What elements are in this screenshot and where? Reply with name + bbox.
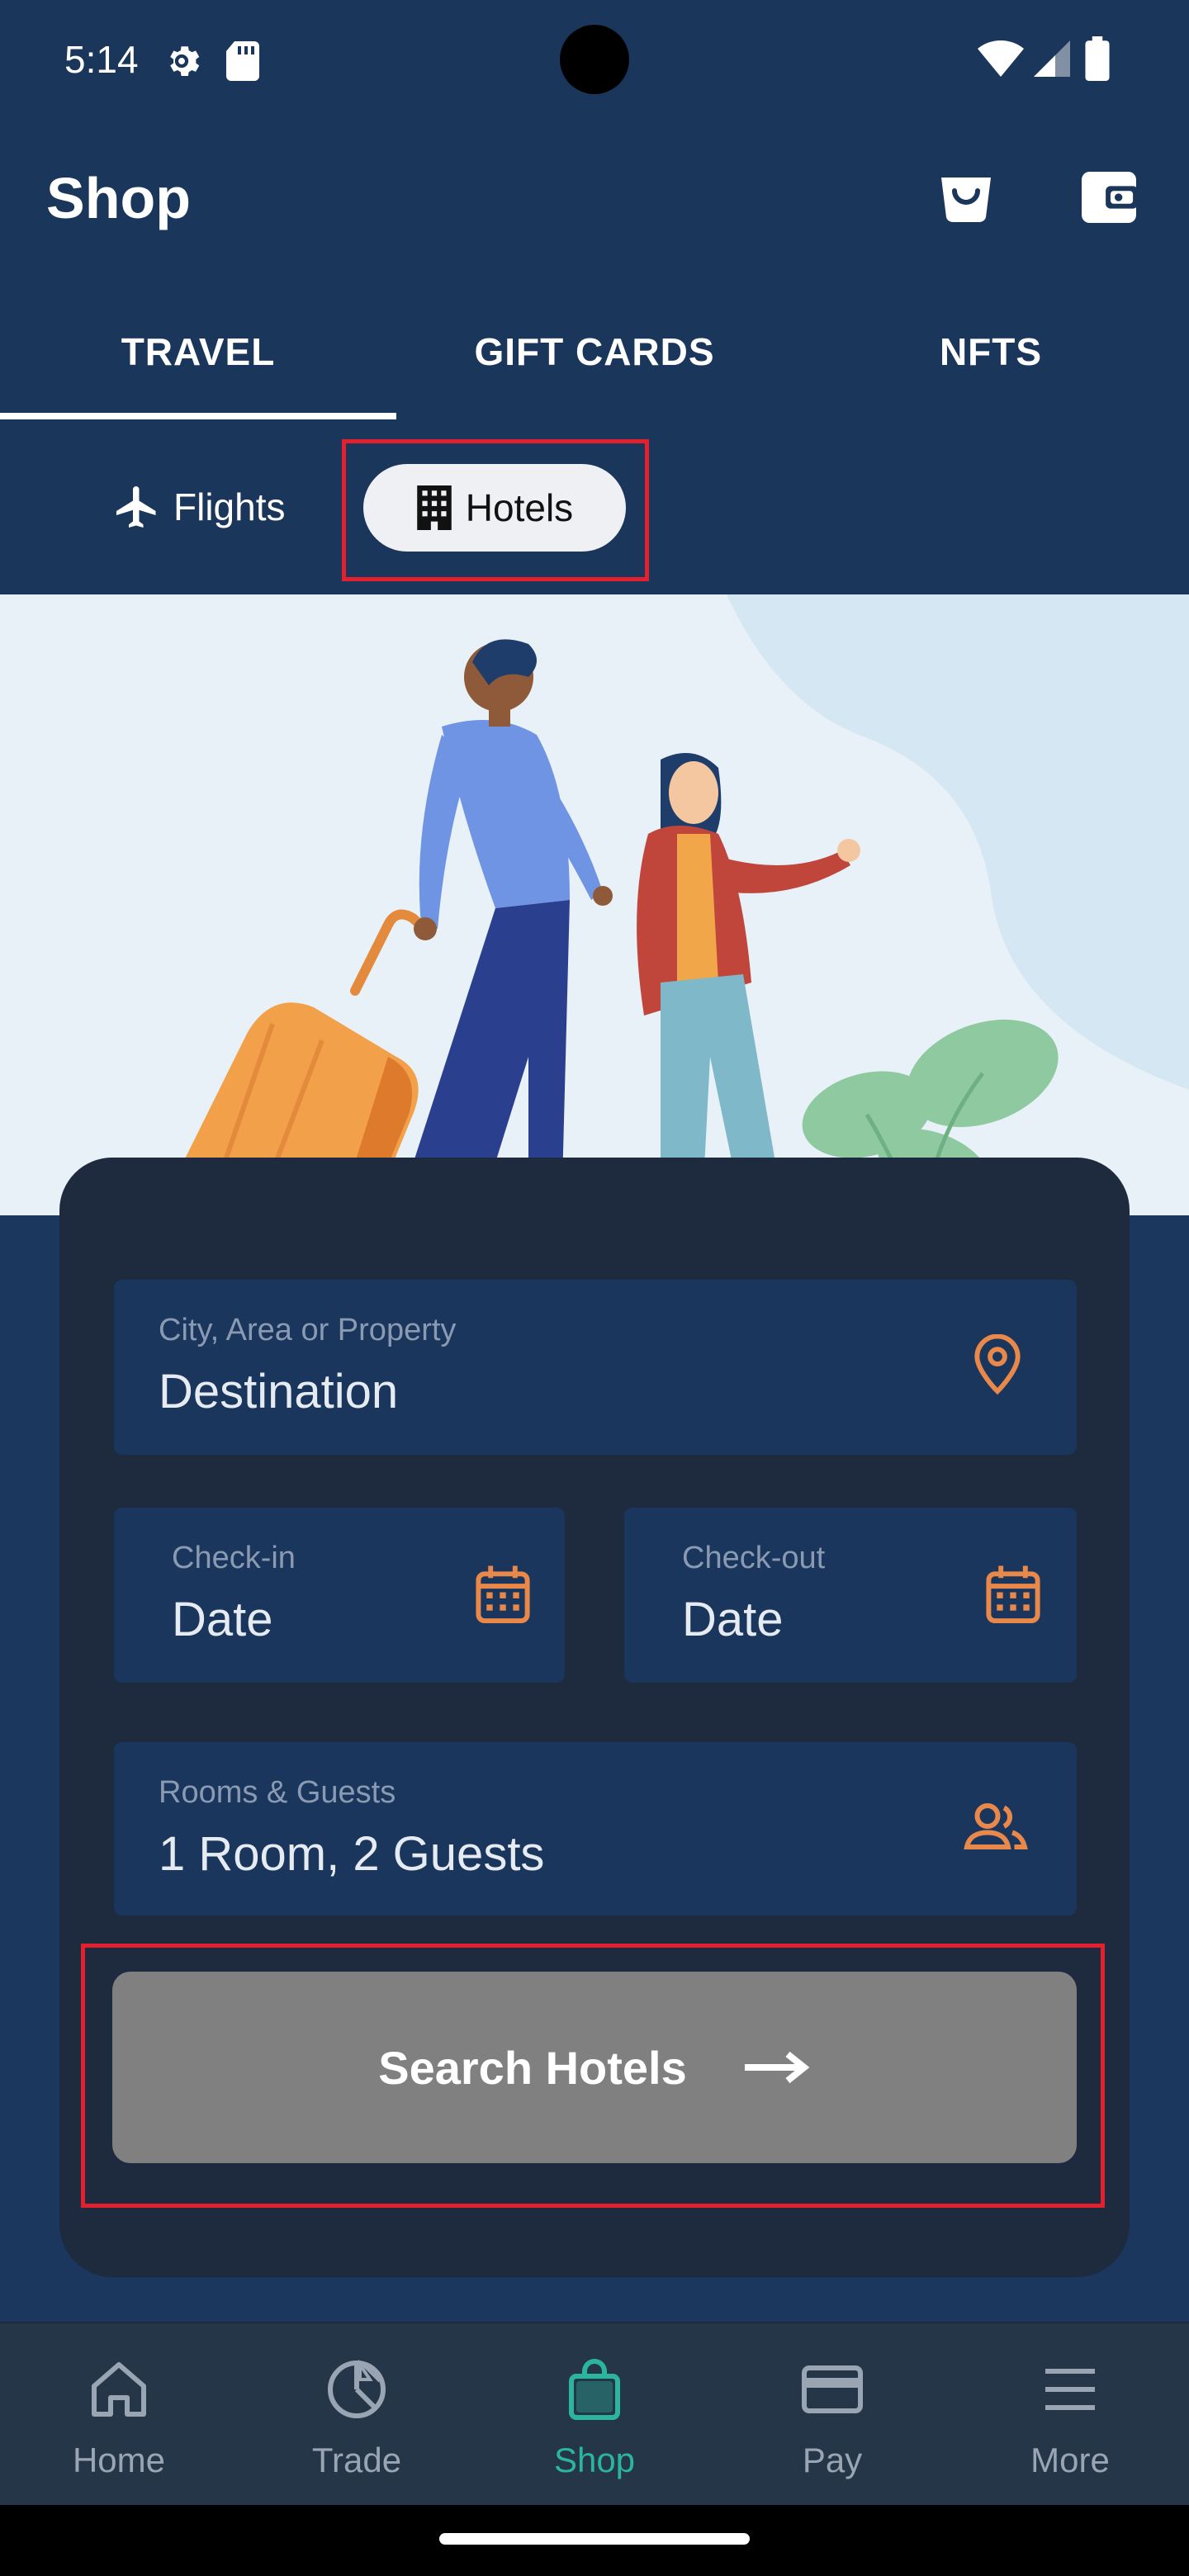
shopping-bag-icon [569,2359,620,2420]
card-icon [802,2365,863,2413]
tab-indicator [0,413,396,419]
calendar-icon [986,1565,1040,1624]
check-out-value: Date [682,1593,784,1646]
nav-shop-label: Shop [553,2441,636,2479]
pie-chart-icon [328,2359,386,2418]
rooms-guests-field[interactable]: Rooms & Guests 1 Room, 2 Guests [114,1742,1077,1915]
page-title: Shop [46,166,191,230]
travelers-illustration [157,594,1189,1215]
tab-gift-cards[interactable]: GIFT CARDS [396,284,793,419]
guests-icon [964,1803,1028,1849]
status-bar: 5:14 [0,0,1189,119]
bottom-navigation: Home Trade Shop Pay More [0,2322,1189,2505]
highlight-box-search [81,1944,1105,2208]
destination-value: Destination [159,1365,399,1418]
nav-trade[interactable]: Trade [238,2323,476,2507]
flights-chip[interactable]: Flights [112,461,285,553]
airplane-icon [116,486,156,528]
rooms-guests-label: Rooms & Guests [159,1775,396,1810]
cellular-signal-icon [1034,40,1070,77]
nav-pay[interactable]: Pay [713,2323,951,2507]
status-time: 5:14 [64,38,139,81]
highlight-box-hotels [342,439,649,581]
calendar-icon [476,1565,530,1624]
check-in-label: Check-in [172,1541,296,1575]
camera-cutout [560,25,629,94]
wifi-icon [978,40,1024,77]
travel-illustration [0,594,1189,1215]
nav-more-label: More [1030,2441,1110,2479]
check-in-field[interactable]: Check-in Date [114,1508,565,1683]
shopping-bag-cart-icon[interactable] [936,167,996,228]
nav-shop[interactable]: Shop [476,2323,713,2507]
nav-more[interactable]: More [951,2323,1189,2507]
wallet-icon[interactable] [1080,170,1138,225]
category-tabs: TRAVEL GIFT CARDS NFTS [0,284,1189,424]
menu-icon [1045,2369,1095,2410]
rooms-guests-value: 1 Room, 2 Guests [159,1827,545,1881]
tab-nfts[interactable]: NFTS [793,284,1189,419]
destination-label: City, Area or Property [159,1313,457,1347]
settings-gear-icon [170,46,200,76]
nav-pay-label: Pay [802,2441,863,2479]
home-gesture-bar[interactable] [439,2533,750,2545]
nav-home-label: Home [72,2441,166,2479]
flights-label: Flights [173,485,286,528]
nav-home[interactable]: Home [0,2323,238,2507]
battery-icon [1085,36,1110,81]
app-bar: Shop [0,119,1189,284]
tab-travel[interactable]: TRAVEL [0,284,396,419]
nav-trade-label: Trade [311,2441,402,2479]
sd-card-icon [226,41,259,81]
home-icon [92,2362,146,2417]
check-out-label: Check-out [682,1541,826,1575]
destination-field[interactable]: City, Area or Property Destination [114,1280,1077,1455]
check-in-value: Date [172,1593,273,1646]
check-out-field[interactable]: Check-out Date [624,1508,1077,1683]
system-navigation-area [0,2505,1189,2576]
location-pin-icon [974,1334,1021,1395]
